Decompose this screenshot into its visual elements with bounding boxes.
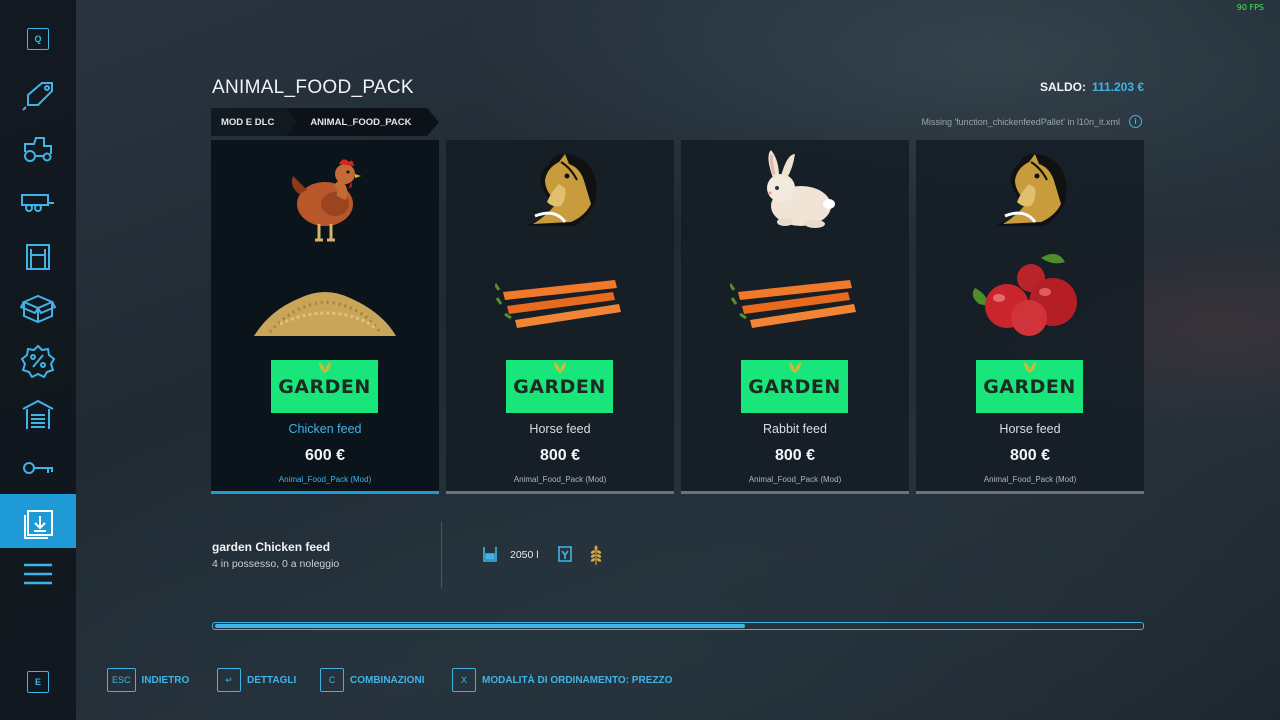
product-card[interactable]: GARDEN Horse feed 800 € Animal_Food_Pack… (446, 140, 674, 494)
sidebar-item-sales[interactable] (0, 68, 76, 122)
enter-key: ↵ (217, 668, 241, 692)
info-icon[interactable]: i (1129, 115, 1142, 128)
scrollbar-thumb[interactable] (215, 624, 746, 628)
price-tag-icon (22, 82, 53, 111)
combinations-button[interactable]: C COMBINAZIONI (320, 668, 424, 692)
breadcrumb-current[interactable]: ANIMAL_FOOD_PACK (286, 108, 440, 136)
breadcrumb-mods[interactable]: MOD E DLC (211, 108, 299, 136)
sidebar-item-garage[interactable] (0, 388, 76, 442)
product-name: Horse feed (529, 422, 591, 436)
apples-icon (916, 244, 1144, 340)
product-name: Rabbit feed (763, 422, 827, 436)
back-label: INDIETRO (141, 674, 190, 686)
brand-logo: GARDEN (271, 360, 378, 413)
product-price: 800 € (1009, 447, 1051, 464)
x-key: X (452, 668, 476, 692)
l10n-warning: Missing 'function_chickenfeedPallet' in … (921, 117, 1120, 127)
back-button[interactable]: ESC INDIETRO (107, 668, 189, 692)
product-source: Animal_Food_Pack (Mod) (983, 475, 1077, 484)
product-source: Animal_Food_Pack (Mod) (513, 475, 607, 484)
capacity-icon (482, 545, 498, 563)
brand-logo: GARDEN (506, 360, 613, 413)
c-key: C (320, 668, 344, 692)
product-price: 800 € (774, 447, 816, 464)
balance-value: 111.203 € (1091, 80, 1144, 94)
sidebar-item-sales-offers[interactable] (0, 334, 76, 388)
sidebar-item-mods[interactable] (0, 494, 76, 548)
rabbit-icon (681, 146, 909, 232)
sidebar-item-objects[interactable] (0, 281, 76, 335)
fill-type-icon (556, 545, 574, 563)
sidebar: Q E (0, 0, 76, 720)
menu-prev-key[interactable]: Q (27, 28, 49, 50)
sidebar-item-buildings[interactable] (0, 228, 76, 282)
key-icon (23, 462, 53, 474)
product-name: Horse feed (999, 422, 1061, 436)
tractor-icon (24, 137, 52, 162)
product-card[interactable]: GARDEN Chicken feed 600 € Animal_Food_Pa… (211, 140, 439, 494)
discount-icon (20, 344, 56, 379)
wheat-icon (588, 545, 604, 565)
product-source: Animal_Food_Pack (Mod) (748, 475, 842, 484)
list-scrollbar[interactable] (212, 622, 1144, 630)
product-card[interactable]: GARDEN Horse feed 800 € Animal_Food_Pack… (916, 140, 1144, 494)
fps-counter: 90 FPS (1236, 3, 1264, 12)
sort-mode-button[interactable]: X MODALITÀ DI ORDINAMENTO: PREZZO (452, 668, 672, 692)
sort-mode-label: MODALITÀ DI ORDINAMENTO: PREZZO (482, 674, 673, 686)
product-price: 800 € (539, 447, 581, 464)
box-icon (20, 294, 56, 324)
breadcrumb: MOD E DLC ANIMAL_FOOD_PACK (211, 108, 440, 136)
product-source: Animal_Food_Pack (Mod) (278, 475, 372, 484)
combinations-label: COMBINAZIONI (350, 674, 425, 686)
sidebar-item-menu[interactable] (0, 547, 76, 601)
brand-logo: GARDEN (741, 360, 848, 413)
capacity-value: 2050 l (510, 549, 539, 561)
page-title: ANIMAL_FOOD_PACK (212, 77, 414, 98)
silo-icon (26, 244, 50, 270)
horse-logo-icon (446, 146, 674, 232)
horse-logo-icon (916, 146, 1144, 232)
balance: SALDO: 111.203 € (1040, 80, 1144, 94)
sidebar-item-rentals[interactable] (0, 441, 76, 495)
balance-label: SALDO: (1039, 80, 1086, 94)
details-divider (441, 522, 442, 588)
details-label: DETTAGLI (247, 674, 297, 686)
trailer-icon (21, 194, 54, 212)
selected-item-ownership: 4 in possesso, 0 a noleggio (212, 558, 340, 570)
menu-icon (24, 563, 52, 585)
selected-item-name: garden Chicken feed (212, 540, 331, 554)
menu-next-key[interactable]: E (27, 671, 49, 693)
details-button[interactable]: ↵ DETTAGLI (217, 668, 296, 692)
chicken-icon (211, 146, 439, 242)
sidebar-item-vehicles[interactable] (0, 121, 76, 175)
carrots-icon (446, 244, 674, 340)
carrots-icon (681, 244, 909, 340)
esc-key: ESC (107, 668, 136, 692)
sidebar-item-trailers[interactable] (0, 174, 76, 228)
garage-icon (22, 399, 54, 429)
product-card[interactable]: GARDEN Rabbit feed 800 € Animal_Food_Pac… (681, 140, 909, 494)
grain-pile-icon (211, 244, 439, 340)
brand-logo: GARDEN (976, 360, 1083, 413)
mods-download-icon (24, 510, 53, 539)
product-price: 600 € (304, 447, 346, 464)
product-name: Chicken feed (288, 422, 362, 436)
